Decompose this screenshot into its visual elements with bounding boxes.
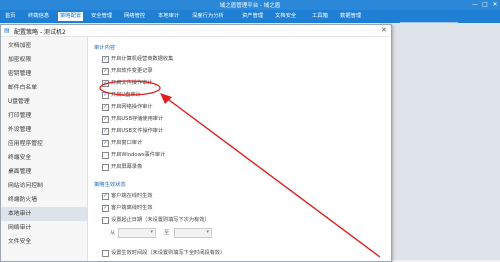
highlight-ellipse xyxy=(99,80,161,96)
annotation-arrow-line xyxy=(164,96,381,258)
annotation-arrowhead xyxy=(160,93,172,104)
annotation-overlay xyxy=(99,80,381,258)
